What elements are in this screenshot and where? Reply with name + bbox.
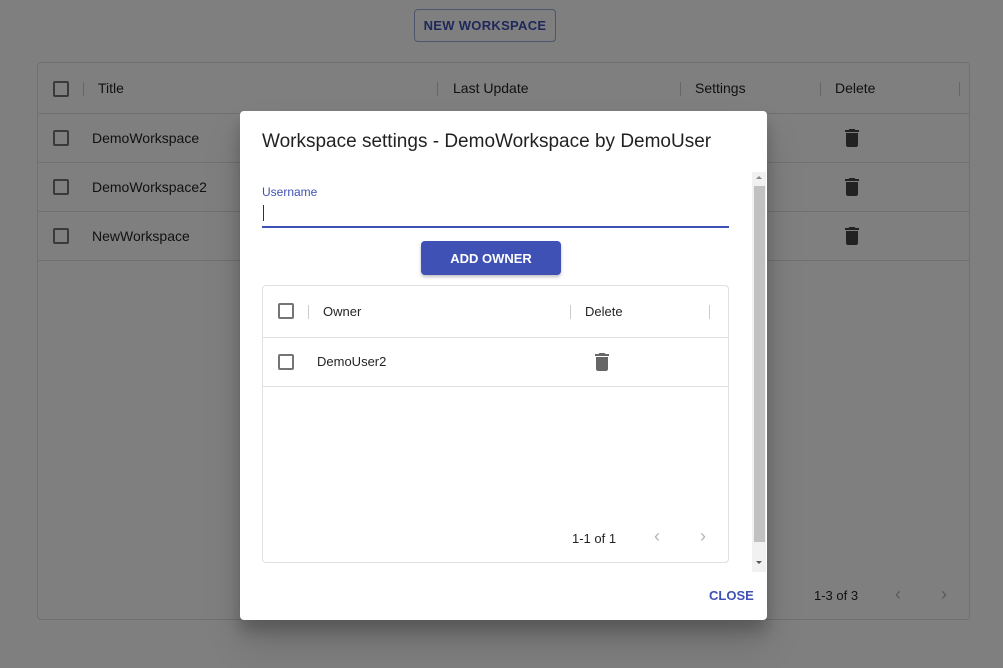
column-separator — [570, 305, 571, 319]
owners-table: Owner Delete DemoUser2 1-1 of 1 ‹ › — [262, 285, 729, 563]
table-header: Owner Delete — [263, 286, 728, 338]
column-delete[interactable]: Delete — [585, 304, 623, 319]
scrollbar[interactable] — [752, 172, 766, 572]
delete-icon[interactable] — [595, 353, 609, 371]
dialog-title: Workspace settings - DemoWorkspace by De… — [262, 131, 712, 152]
select-all-checkbox[interactable] — [278, 303, 294, 319]
owner-name: DemoUser2 — [317, 354, 387, 369]
column-owner[interactable]: Owner — [323, 304, 361, 319]
scroll-down-icon[interactable] — [756, 561, 762, 564]
row-checkbox[interactable] — [278, 354, 294, 370]
prev-page-icon[interactable]: ‹ — [654, 526, 660, 547]
text-cursor — [263, 205, 264, 221]
pagination-label: 1-1 of 1 — [572, 531, 617, 546]
workspace-settings-dialog: Workspace settings - DemoWorkspace by De… — [240, 111, 767, 620]
next-page-icon[interactable]: › — [700, 526, 706, 547]
column-separator — [709, 305, 710, 319]
close-button[interactable]: CLOSE — [709, 588, 754, 603]
table-row: DemoUser2 — [263, 338, 728, 387]
username-label: Username — [262, 185, 318, 199]
username-input[interactable] — [262, 203, 729, 228]
scroll-up-icon[interactable] — [756, 176, 762, 179]
column-separator — [308, 305, 309, 319]
add-owner-button[interactable]: ADD OWNER — [421, 241, 561, 275]
